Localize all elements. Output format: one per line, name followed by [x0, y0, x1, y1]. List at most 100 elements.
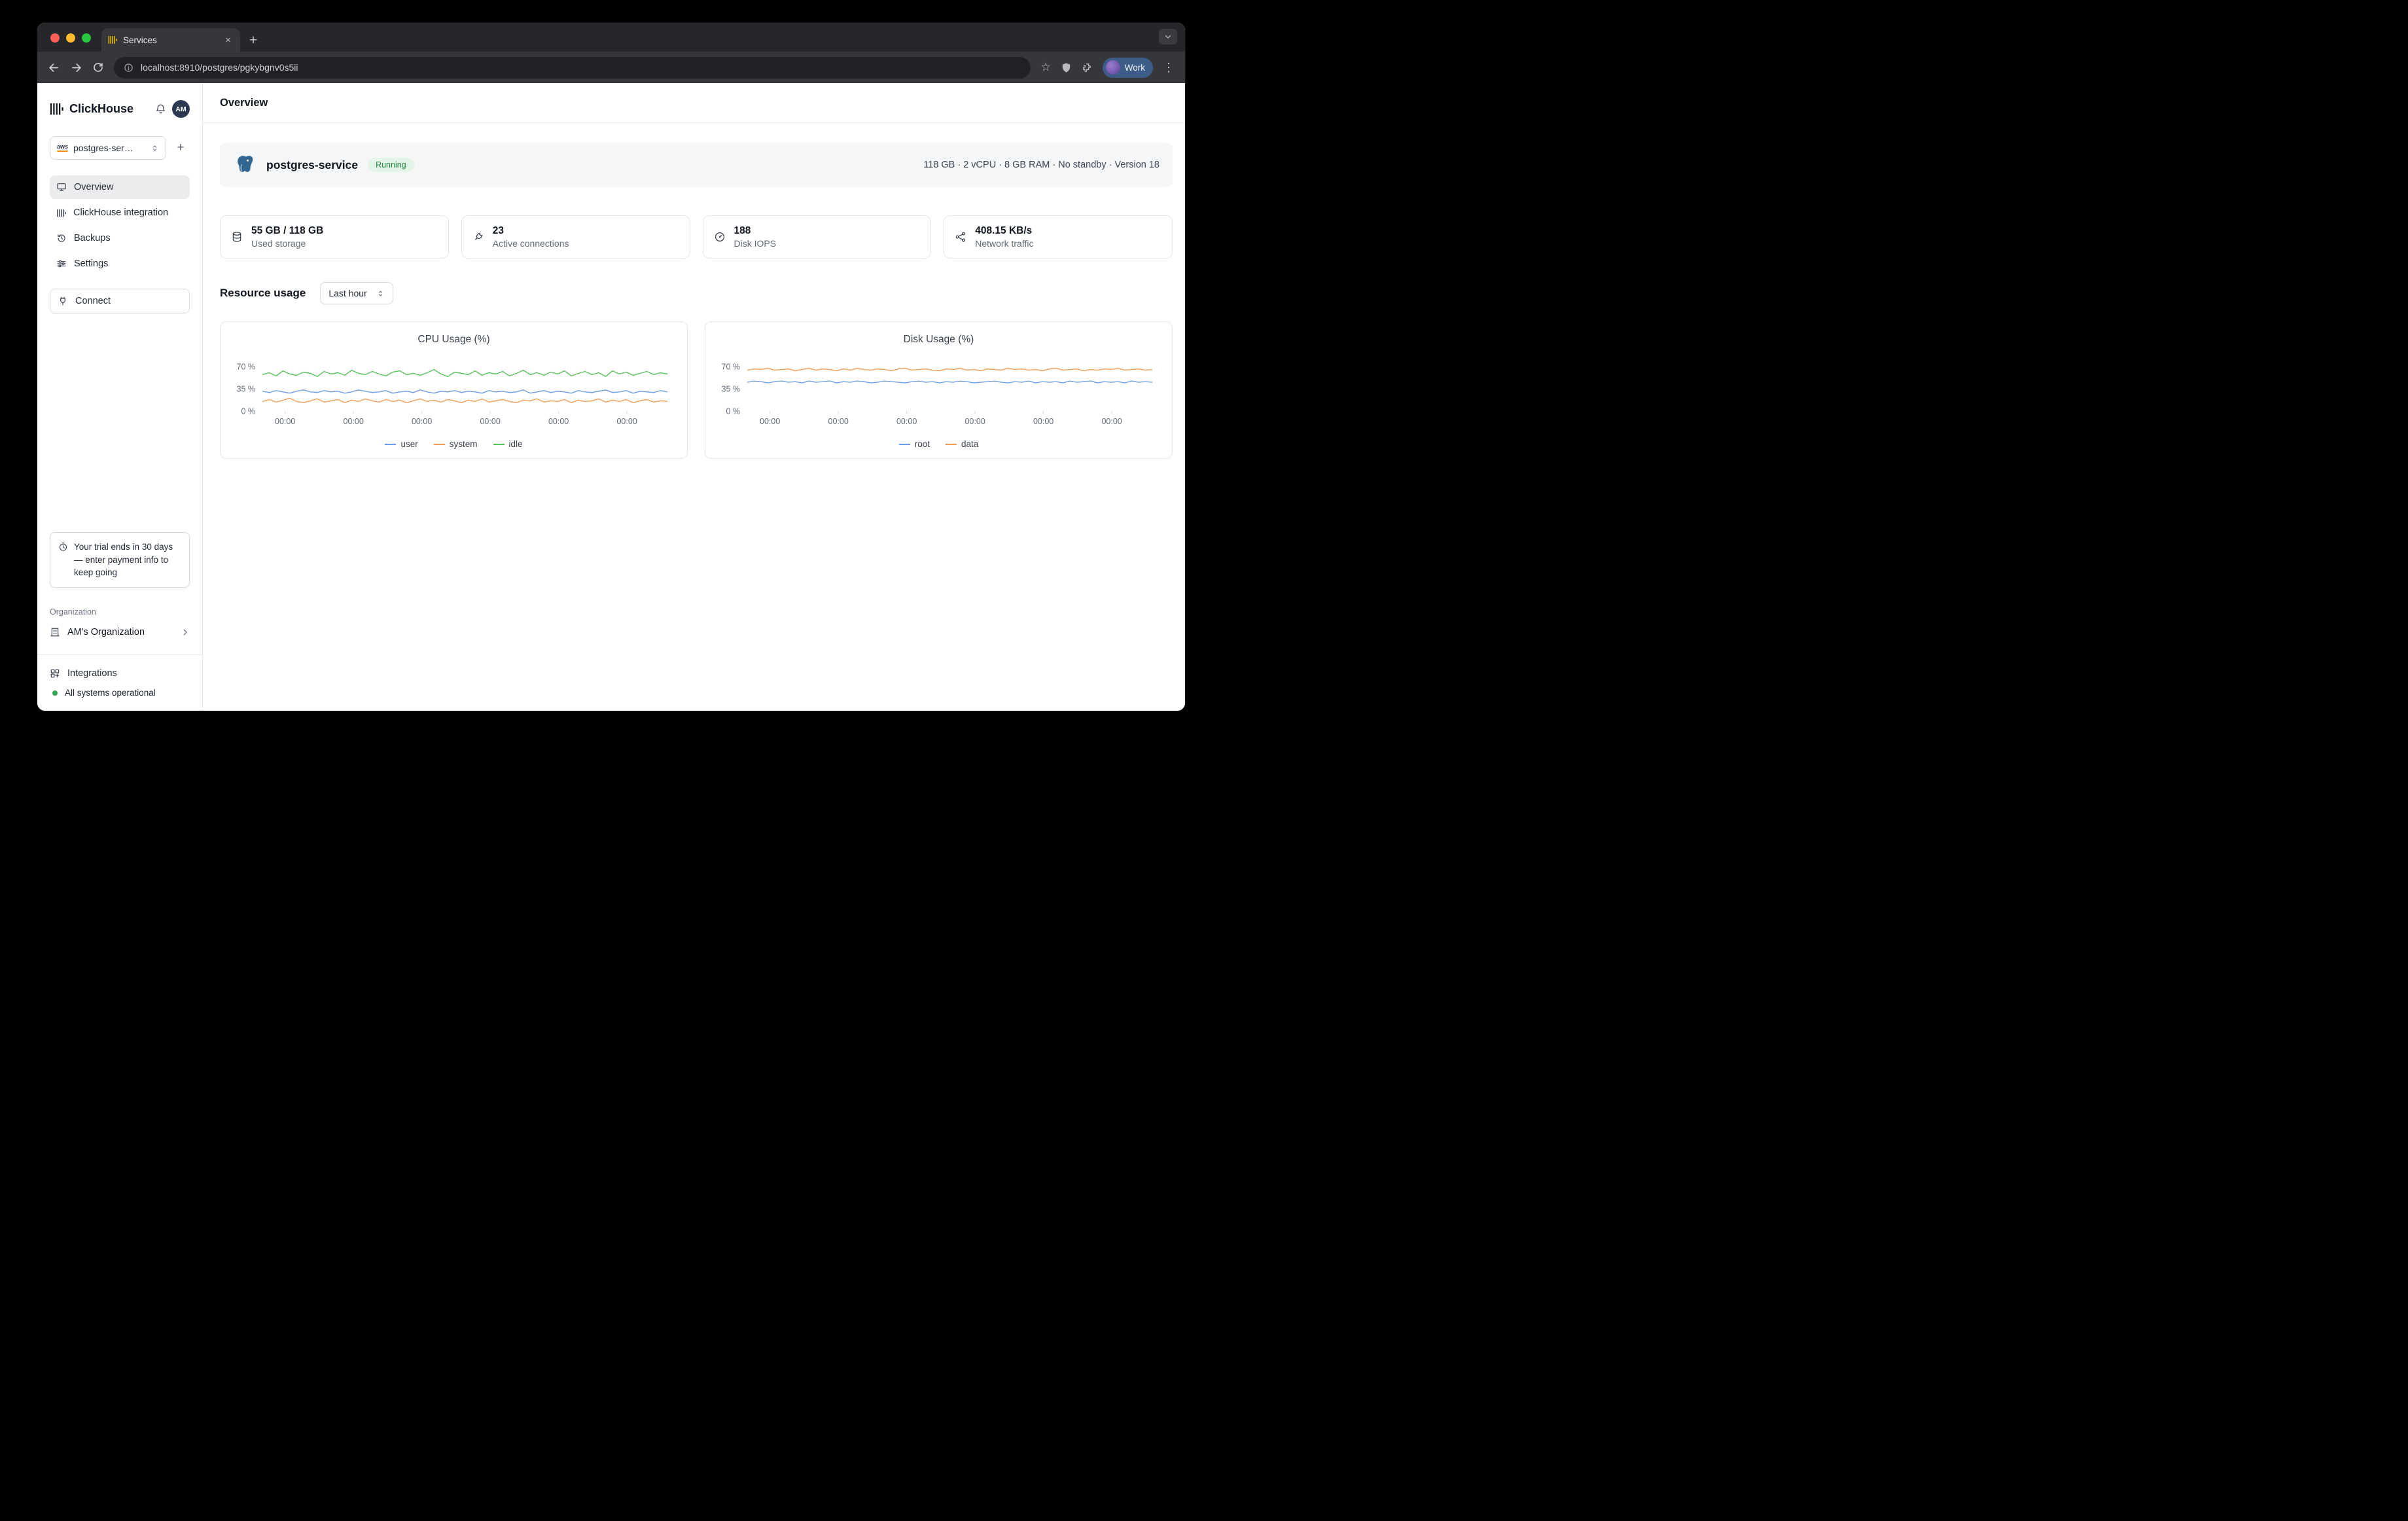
trial-notice-text: Your trial ends in 30 days — enter payme…	[74, 541, 181, 579]
svg-text:0 %: 0 %	[241, 407, 255, 416]
sidebar-item-label: Settings	[74, 259, 108, 269]
zoom-window-button[interactable]	[82, 33, 91, 43]
disk-usage-chart-card: Disk Usage (%) 0 %35 %70 %00:0000:0000:0…	[705, 321, 1173, 459]
new-tab-button[interactable]: +	[249, 33, 257, 47]
svg-text:00:00: 00:00	[616, 417, 637, 426]
system-status-row: All systems operational	[50, 688, 190, 698]
close-window-button[interactable]	[50, 33, 60, 43]
sidebar-item-settings[interactable]: Settings	[50, 252, 190, 276]
clickhouse-favicon-icon	[108, 35, 117, 45]
organization-name: AM's Organization	[67, 627, 145, 637]
monitor-icon	[56, 182, 67, 192]
svg-text:00:00: 00:00	[344, 417, 364, 426]
browser-tab-services[interactable]: Services ×	[101, 28, 240, 52]
resource-usage-title: Resource usage	[220, 287, 306, 300]
user-avatar[interactable]: AM	[172, 100, 190, 118]
organization-row[interactable]: AM's Organization	[50, 627, 190, 637]
add-service-button[interactable]: +	[171, 139, 190, 157]
service-selector-row: aws postgres-ser… +	[50, 136, 190, 160]
sidebar-item-overview[interactable]: Overview	[50, 175, 190, 199]
sidebar-item-backups[interactable]: Backups	[50, 226, 190, 250]
connect-button[interactable]: Connect	[50, 289, 190, 313]
integrations-label: Integrations	[67, 668, 117, 679]
site-info-icon[interactable]	[124, 63, 133, 73]
forward-icon[interactable]	[70, 62, 82, 74]
stat-value: 408.15 KB/s	[975, 224, 1033, 238]
stat-card-network-traffic: 408.15 KB/s Network traffic	[944, 215, 1173, 259]
window-controls	[50, 33, 91, 43]
sidebar-item-clickhouse-integration[interactable]: ClickHouse integration	[50, 201, 190, 224]
svg-text:00:00: 00:00	[480, 417, 500, 426]
chart-legend: rootdata	[705, 439, 1172, 449]
time-range-value: Last hour	[328, 288, 366, 298]
cpu-usage-chart: 0 %35 %70 %00:0000:0000:0000:0000:0000:0…	[221, 355, 687, 435]
chart-title: CPU Usage (%)	[221, 334, 687, 346]
svg-text:00:00: 00:00	[965, 417, 985, 426]
disk-usage-chart: 0 %35 %70 %00:0000:0000:0000:0000:0000:0…	[705, 355, 1172, 435]
cpu-usage-chart-card: CPU Usage (%) 0 %35 %70 %00:0000:0000:00…	[220, 321, 688, 459]
notifications-bell-icon[interactable]	[155, 103, 166, 115]
building-icon	[50, 627, 60, 637]
profile-avatar	[1106, 60, 1120, 75]
aws-provider-icon: aws	[57, 144, 68, 152]
chart-canvas: 0 %35 %70 %00:0000:0000:0000:0000:0000:0…	[221, 355, 687, 432]
trial-notice: Your trial ends in 30 days — enter payme…	[50, 532, 190, 588]
extensions-puzzle-icon[interactable]	[1082, 62, 1093, 73]
app-root: ClickHouse AM aws postgres-ser… +	[37, 83, 1185, 711]
service-selector[interactable]: aws postgres-ser…	[50, 136, 166, 160]
connection-plug-icon	[472, 231, 484, 243]
sidebar: ClickHouse AM aws postgres-ser… +	[37, 83, 203, 711]
browser-menu-icon[interactable]: ⋮	[1163, 61, 1175, 75]
sidebar-item-integrations[interactable]: Integrations	[50, 668, 190, 679]
reload-icon[interactable]	[92, 62, 104, 73]
tab-close-icon[interactable]: ×	[222, 34, 234, 46]
back-icon[interactable]	[48, 62, 60, 74]
svg-text:00:00: 00:00	[412, 417, 432, 426]
stat-value: 23	[493, 224, 569, 238]
chart-legend: usersystemidle	[221, 439, 687, 449]
chevron-updown-icon	[376, 289, 385, 298]
svg-text:70 %: 70 %	[237, 362, 256, 371]
svg-text:70 %: 70 %	[722, 362, 741, 371]
desktop-background: Services × + localhost:8910	[0, 0, 1204, 760]
charts-row: CPU Usage (%) 0 %35 %70 %00:0000:0000:00…	[220, 321, 1173, 459]
clickhouse-logo-icon	[50, 102, 63, 116]
timer-icon	[58, 542, 68, 579]
toolbar-right-cluster: ☆ Work ⋮	[1040, 58, 1175, 78]
legend-item: system	[434, 439, 478, 449]
svg-text:00:00: 00:00	[1101, 417, 1122, 426]
sidebar-item-label: ClickHouse integration	[73, 207, 168, 218]
browser-window: Services × + localhost:8910	[37, 23, 1185, 711]
stat-card-active-connections: 23 Active connections	[461, 215, 690, 259]
stat-label: Network traffic	[975, 238, 1033, 249]
legend-swatch-icon	[946, 444, 957, 445]
svg-text:00:00: 00:00	[275, 417, 295, 426]
tab-search-chevron-button[interactable]	[1159, 29, 1177, 45]
service-selector-value: postgres-ser…	[73, 143, 145, 153]
brand-row: ClickHouse AM	[50, 100, 190, 118]
chevron-updown-icon	[150, 144, 159, 152]
legend-item: data	[946, 439, 978, 449]
svg-text:00:00: 00:00	[760, 417, 780, 426]
profile-label: Work	[1125, 63, 1145, 73]
shield-extension-icon[interactable]	[1061, 62, 1072, 73]
browser-profile-button[interactable]: Work	[1103, 58, 1153, 78]
chart-canvas: 0 %35 %70 %00:0000:0000:0000:0000:0000:0…	[705, 355, 1172, 432]
browser-toolbar: localhost:8910/postgres/pgkybgnv0s5ii ☆ …	[37, 52, 1185, 83]
stat-label: Disk IOPS	[734, 238, 777, 249]
svg-text:00:00: 00:00	[896, 417, 917, 426]
stat-label: Used storage	[251, 238, 323, 249]
sidebar-divider	[37, 654, 202, 655]
sidebar-item-label: Backups	[74, 233, 111, 243]
address-bar[interactable]: localhost:8910/postgres/pgkybgnv0s5ii	[114, 57, 1031, 79]
stat-value: 55 GB / 118 GB	[251, 224, 323, 238]
postgresql-elephant-icon	[233, 153, 257, 177]
legend-item: idle	[493, 439, 523, 449]
gauge-icon	[714, 231, 726, 243]
time-range-select[interactable]: Last hour	[320, 282, 393, 304]
page-header: Overview	[203, 83, 1185, 123]
database-icon	[231, 231, 243, 243]
minimize-window-button[interactable]	[66, 33, 75, 43]
main-panel: Overview postgres-service Running	[203, 83, 1185, 711]
bookmark-star-icon[interactable]: ☆	[1040, 61, 1050, 74]
